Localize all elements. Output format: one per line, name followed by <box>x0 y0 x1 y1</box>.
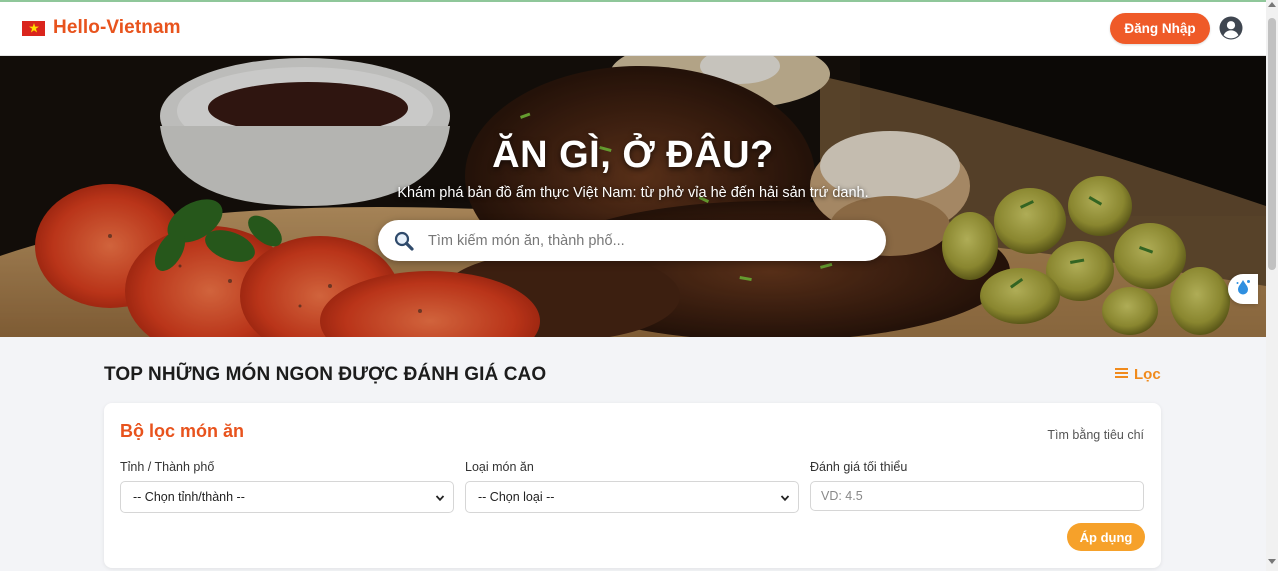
site-header: Hello-Vietnam Đăng Nhập <box>0 2 1266 56</box>
hero-title: ĂN GÌ, Ở ĐÂU? <box>492 134 774 176</box>
dish-type-select-value: -- Chọn loại -- <box>478 490 555 504</box>
user-circle-icon[interactable] <box>1219 16 1243 40</box>
filter-card-title: Bộ lọc món ăn <box>120 421 245 441</box>
search-bar[interactable] <box>378 220 886 261</box>
dish-type-select[interactable]: -- Chọn loại -- <box>465 481 799 513</box>
scroll-up-arrow-icon[interactable] <box>1268 2 1276 7</box>
min-rating-input[interactable] <box>810 481 1144 511</box>
filter-toggle-label: Lọc <box>1134 366 1161 383</box>
scroll-down-arrow-icon[interactable] <box>1268 559 1276 564</box>
search-input[interactable] <box>426 228 866 253</box>
login-button[interactable]: Đăng Nhập <box>1110 13 1210 44</box>
section-title: TOP NHỮNG MÓN NGON ĐƯỢC ĐÁNH GIÁ CAO <box>104 364 547 385</box>
province-select-value: -- Chọn tỉnh/thành -- <box>133 490 245 504</box>
list-filter-icon <box>1115 366 1128 383</box>
vietnam-flag-icon <box>22 20 45 36</box>
filter-card: Bộ lọc món ăn Tìm bằng tiêu chí Tỉnh / T… <box>104 403 1161 568</box>
chevron-down-icon <box>780 492 790 506</box>
chevron-down-icon <box>435 492 445 506</box>
search-icon <box>394 231 414 251</box>
brand[interactable]: Hello-Vietnam <box>22 17 181 39</box>
min-rating-label: Đánh giá tối thiểu <box>810 460 908 474</box>
floating-action-button[interactable] <box>1228 274 1258 304</box>
province-label: Tỉnh / Thành phố <box>120 460 215 474</box>
dish-type-label: Loại món ăn <box>465 460 534 474</box>
hero-subtitle: Khám phá bản đồ ẩm thực Việt Nam: từ phở… <box>397 185 869 201</box>
page-scrollbar[interactable] <box>1266 0 1278 571</box>
filter-card-hint: Tìm bằng tiêu chí <box>1047 428 1144 442</box>
hero-banner: ĂN GÌ, Ở ĐÂU? Khám phá bản đồ ẩm thực Vi… <box>0 56 1266 337</box>
province-select[interactable]: -- Chọn tỉnh/thành -- <box>120 481 454 513</box>
scrollbar-thumb[interactable] <box>1268 18 1276 270</box>
brand-name: Hello-Vietnam <box>53 17 181 38</box>
apply-button[interactable]: Áp dụng <box>1067 523 1145 551</box>
water-drop-icon <box>1234 278 1252 301</box>
filter-toggle-button[interactable]: Lọc <box>1115 366 1161 383</box>
